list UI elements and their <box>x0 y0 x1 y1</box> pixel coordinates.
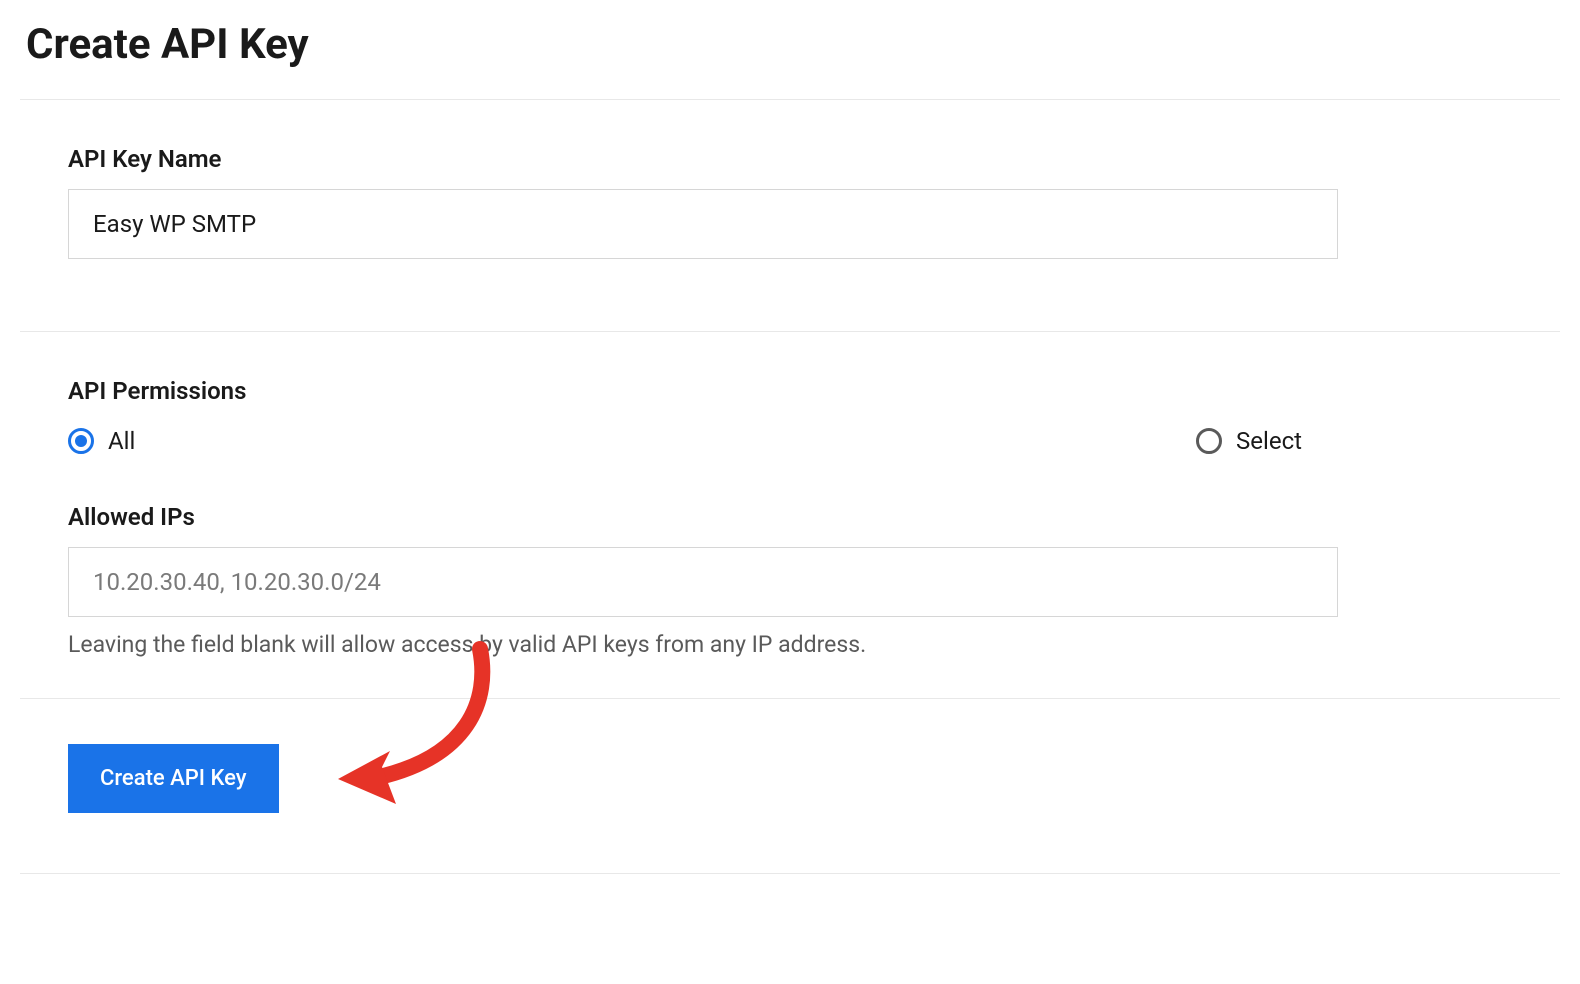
allowed-ips-help: Leaving the field blank will allow acces… <box>68 631 1512 658</box>
radio-label-all: All <box>108 427 135 455</box>
api-key-name-input[interactable] <box>68 189 1338 259</box>
page-title: Create API Key <box>26 20 1560 69</box>
form-panel: API Key Name API Permissions All Select … <box>20 99 1560 874</box>
radio-option-select[interactable]: Select <box>1196 427 1302 455</box>
radio-label-select: Select <box>1236 427 1302 455</box>
radio-icon <box>68 428 94 454</box>
radio-icon <box>1196 428 1222 454</box>
api-permissions-radio-group: All Select <box>68 427 1512 455</box>
radio-option-all[interactable]: All <box>68 427 1166 455</box>
allowed-ips-label: Allowed IPs <box>68 503 1512 531</box>
section-footer: Create API Key <box>20 699 1560 873</box>
api-permissions-label: API Permissions <box>68 377 1512 405</box>
section-api-key-name: API Key Name <box>20 100 1560 332</box>
section-api-permissions: API Permissions All Select Allowed IPs L… <box>20 332 1560 699</box>
create-api-key-button[interactable]: Create API Key <box>68 744 279 813</box>
allowed-ips-input[interactable] <box>68 547 1338 617</box>
api-key-name-label: API Key Name <box>68 145 1512 173</box>
